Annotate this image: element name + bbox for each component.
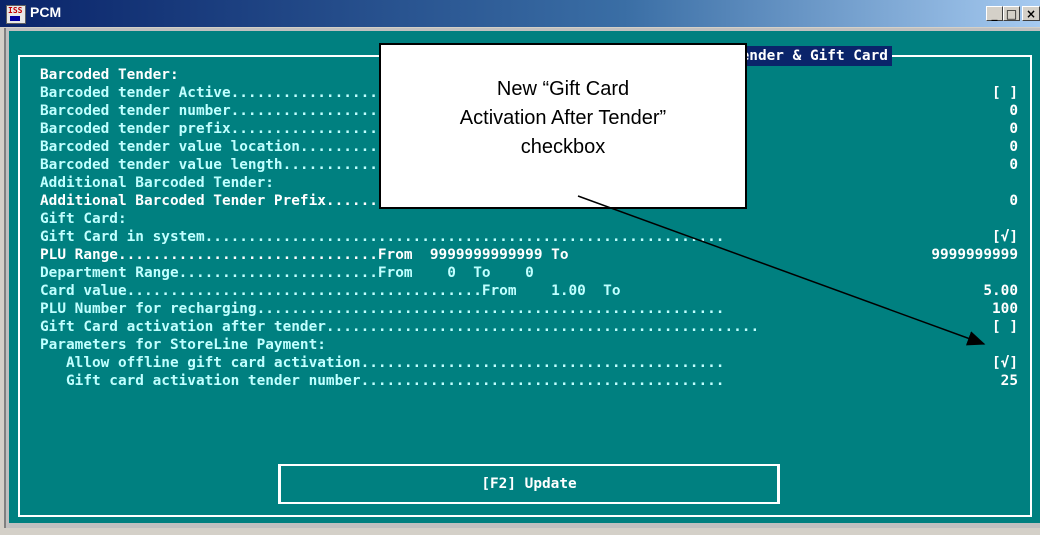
annotation-arrow: [577, 195, 986, 346]
status-bar: [0, 528, 1040, 535]
